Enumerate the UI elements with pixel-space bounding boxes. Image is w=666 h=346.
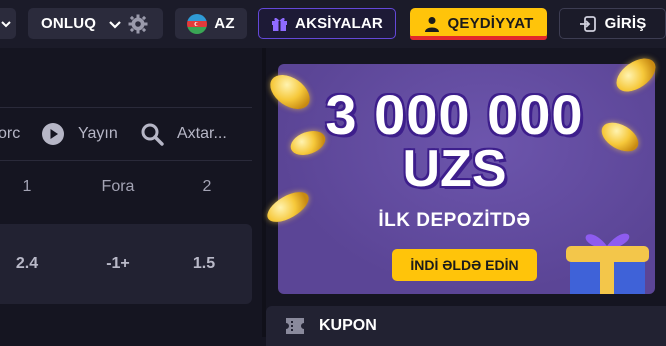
- promotions-label: AKSİYALAR: [295, 15, 383, 32]
- header-2: 2: [202, 178, 212, 195]
- search-label[interactable]: Axtar...: [177, 125, 227, 143]
- register-underline: [410, 36, 547, 40]
- language-select[interactable]: AZ: [175, 8, 247, 39]
- ticket-icon: [286, 318, 304, 334]
- register-button[interactable]: QEYDİYYAT: [410, 8, 547, 39]
- stream-label[interactable]: Yayın: [78, 125, 118, 143]
- coupon-label: KUPON: [319, 317, 377, 334]
- odds-format-value: ONLUQ: [41, 15, 97, 32]
- gift-box-icon: [566, 233, 649, 294]
- language-value: AZ: [214, 15, 235, 32]
- chevron-down-icon: [109, 20, 121, 29]
- register-label: QEYDİYYAT: [447, 15, 534, 32]
- login-icon: [579, 15, 596, 32]
- play-icon[interactable]: [41, 122, 65, 146]
- gift-icon: [272, 17, 288, 31]
- promotions-button[interactable]: AKSİYALAR: [258, 8, 396, 39]
- gear-icon[interactable]: [128, 14, 148, 34]
- top-bar: ONLUQ AZ AKSİYALAR QEYDİYYAT GİRİŞ: [0, 0, 666, 48]
- banner-currency: UZS: [402, 140, 507, 198]
- match-toolbar: orc Yayın Axtar...: [0, 107, 252, 161]
- odds-row: 2.4 -1+ 1.5: [0, 224, 252, 304]
- header-fora: Fora: [101, 178, 135, 195]
- odd-1[interactable]: 2.4: [2, 255, 52, 273]
- coupon-panel[interactable]: KUPON: [266, 306, 666, 346]
- login-button[interactable]: GİRİŞ: [559, 8, 666, 39]
- search-icon[interactable]: [140, 122, 164, 146]
- panel-divider: [262, 48, 266, 337]
- login-label: GİRİŞ: [604, 15, 647, 32]
- user-icon: [424, 16, 439, 32]
- promo-banner[interactable]: 3 000 000 UZS İLK DEPOZİTDƏ İNDİ ƏLDƏ ED…: [278, 64, 655, 294]
- chevron-down-icon: [1, 20, 11, 27]
- odds-format-select[interactable]: ONLUQ: [28, 8, 163, 39]
- odds-header-row: 1 Fora 2: [0, 178, 252, 218]
- odd-fora[interactable]: -1+: [93, 255, 143, 273]
- banner-cta-button[interactable]: İNDİ ƏLDƏ EDİN: [392, 249, 537, 281]
- collapse-button[interactable]: [0, 8, 16, 39]
- banner-amount: 3 000 000: [325, 83, 584, 146]
- odd-2[interactable]: 1.5: [179, 255, 229, 273]
- header-1: 1: [22, 178, 32, 195]
- partial-filter-label[interactable]: orc: [0, 125, 20, 143]
- azerbaijan-flag-icon: [187, 13, 208, 34]
